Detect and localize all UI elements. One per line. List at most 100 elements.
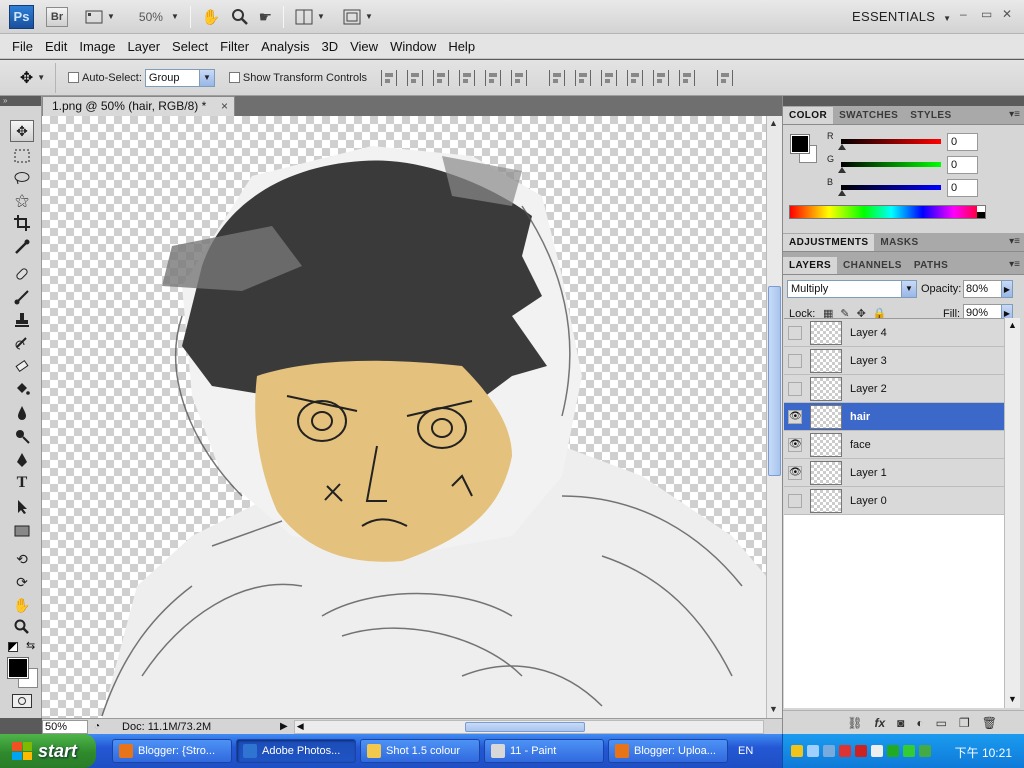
layer-row[interactable]: Layer 3	[784, 347, 1004, 375]
antivirus-icon[interactable]	[839, 745, 851, 757]
menu-image[interactable]: Image	[73, 39, 121, 54]
layer-row[interactable]: Layer 4	[784, 319, 1004, 347]
menu-analysis[interactable]: Analysis	[255, 39, 315, 54]
marquee-tool[interactable]	[10, 145, 34, 167]
horizontal-scrollbar-thumb[interactable]	[464, 721, 585, 732]
magic-wand-tool[interactable]: ⚝	[10, 189, 34, 211]
visibility-eye-icon[interactable]: 👁	[788, 410, 802, 424]
blur-tool[interactable]	[10, 402, 34, 424]
dodge-tool[interactable]	[10, 425, 34, 447]
taskbar-task-button[interactable]: Adobe Photos...	[236, 739, 356, 763]
menu-file[interactable]: File	[6, 39, 39, 54]
workspace-switcher[interactable]: ESSENTIALS ▼	[852, 9, 951, 24]
menu-select[interactable]: Select	[166, 39, 214, 54]
scroll-up-icon[interactable]: ▲	[1008, 320, 1017, 330]
arrange-documents-button[interactable]: ▼	[290, 6, 330, 28]
tab-adjustments[interactable]: ADJUSTMENTS	[783, 234, 875, 251]
menu-view[interactable]: View	[344, 39, 384, 54]
menu-filter[interactable]: Filter	[214, 39, 255, 54]
document-canvas[interactable]	[42, 116, 766, 718]
bluetooth-icon[interactable]	[823, 745, 835, 757]
menu-edit[interactable]: Edit	[39, 39, 73, 54]
menu-3d[interactable]: 3D	[315, 39, 344, 54]
3d-orbit-tool[interactable]: ⟳	[10, 571, 34, 593]
tab-paths[interactable]: PATHS	[908, 257, 954, 274]
bridge-button[interactable]: Br	[46, 6, 68, 27]
crop-tool[interactable]	[10, 212, 34, 234]
status-menu-arrow-icon[interactable]: ▶	[280, 721, 288, 732]
layer-row[interactable]: 👁 Layer 1	[784, 459, 1004, 487]
distribute-vcenter-icon[interactable]	[575, 69, 592, 86]
distribute-right-icon[interactable]	[679, 69, 696, 86]
brush-tool[interactable]	[10, 286, 34, 308]
taskbar-task-button[interactable]: 11 - Paint	[484, 739, 604, 763]
security-shield-icon[interactable]	[791, 745, 803, 757]
align-vcenter-icon[interactable]	[407, 69, 424, 86]
eraser-tool[interactable]	[10, 355, 34, 377]
volume-icon[interactable]	[871, 745, 883, 757]
tab-styles[interactable]: STYLES	[904, 107, 957, 124]
tab-swatches[interactable]: SWATCHES	[833, 107, 904, 124]
green-value-field[interactable]: 0	[947, 156, 978, 174]
distribute-bottom-icon[interactable]	[601, 69, 618, 86]
move-tool[interactable]: ✥	[10, 120, 34, 142]
scrollbar-thumb[interactable]	[768, 286, 781, 476]
auto-select-checkbox[interactable]	[68, 72, 79, 83]
3d-rotate-tool[interactable]: ⟲	[10, 548, 34, 570]
zoom-tool[interactable]	[10, 616, 34, 638]
visibility-eye-icon[interactable]	[788, 326, 802, 340]
language-indicator[interactable]: EN	[738, 745, 766, 757]
visibility-eye-icon[interactable]	[788, 354, 802, 368]
align-left-icon[interactable]	[459, 69, 476, 86]
shape-tool[interactable]	[10, 520, 34, 542]
tab-channels[interactable]: CHANNELS	[837, 257, 908, 274]
link-layers-icon[interactable]: ⛓	[847, 716, 862, 730]
layer-style-icon[interactable]: fx	[874, 716, 885, 730]
sync-icon[interactable]	[919, 745, 931, 757]
align-top-icon[interactable]	[381, 69, 398, 86]
update-icon[interactable]	[887, 745, 899, 757]
close-button[interactable]: ✕	[1002, 7, 1012, 21]
show-transform-option[interactable]: Show Transform Controls	[228, 72, 367, 84]
swap-colors-icon[interactable]: ⇆	[26, 639, 35, 652]
distribute-left-icon[interactable]	[627, 69, 644, 86]
align-right-icon[interactable]	[511, 69, 528, 86]
screen-mode-button[interactable]: ▼	[338, 6, 378, 28]
auto-select-option[interactable]: Auto-Select:	[68, 72, 142, 84]
healing-brush-tool[interactable]	[10, 263, 34, 285]
close-tab-icon[interactable]: ×	[221, 97, 228, 116]
panel-collapse-bar[interactable]	[783, 96, 1024, 106]
menu-window[interactable]: Window	[384, 39, 442, 54]
layer-row[interactable]: Layer 2	[784, 375, 1004, 403]
toolbar-collapse-icon[interactable]: »	[0, 96, 41, 106]
layer-row[interactable]: Layer 0	[784, 487, 1004, 515]
new-group-icon[interactable]: ▭	[936, 716, 947, 730]
red-slider-handle[interactable]	[838, 144, 846, 150]
restore-button[interactable]: ▭	[981, 7, 992, 21]
tab-layers[interactable]: LAYERS	[783, 257, 838, 274]
canvas-vertical-scrollbar[interactable]: ▲ ▼	[766, 116, 782, 718]
network-icon[interactable]	[807, 745, 819, 757]
opacity-field[interactable]: 80%	[963, 280, 1003, 298]
distribute-top-icon[interactable]	[549, 69, 566, 86]
layer-row[interactable]: 👁 hair	[784, 403, 1004, 431]
green-slider[interactable]	[841, 162, 941, 167]
visibility-eye-icon[interactable]: 👁	[788, 466, 802, 480]
blue-slider[interactable]	[841, 185, 941, 190]
hand-tool[interactable]: ✋	[10, 594, 34, 616]
panel-menu-icon[interactable]: ▾≡	[1009, 236, 1020, 247]
blue-value-field[interactable]: 0	[947, 179, 978, 197]
status-zoom-field[interactable]: 50%	[42, 719, 88, 734]
panel-foreground-swatch[interactable]	[790, 134, 810, 154]
menu-layer[interactable]: Layer	[122, 39, 167, 54]
layer-row[interactable]: 👁 face	[784, 431, 1004, 459]
start-button[interactable]: start	[0, 734, 96, 768]
panel-menu-icon[interactable]: ▾≡	[1009, 259, 1020, 270]
new-layer-icon[interactable]: ❐	[959, 716, 970, 730]
visibility-eye-icon[interactable]	[788, 382, 802, 396]
history-brush-tool[interactable]	[10, 332, 34, 354]
pen-tool[interactable]	[10, 449, 34, 471]
clone-stamp-tool[interactable]	[10, 309, 34, 331]
type-tool[interactable]: T	[10, 472, 34, 494]
blue-slider-handle[interactable]	[838, 190, 846, 196]
